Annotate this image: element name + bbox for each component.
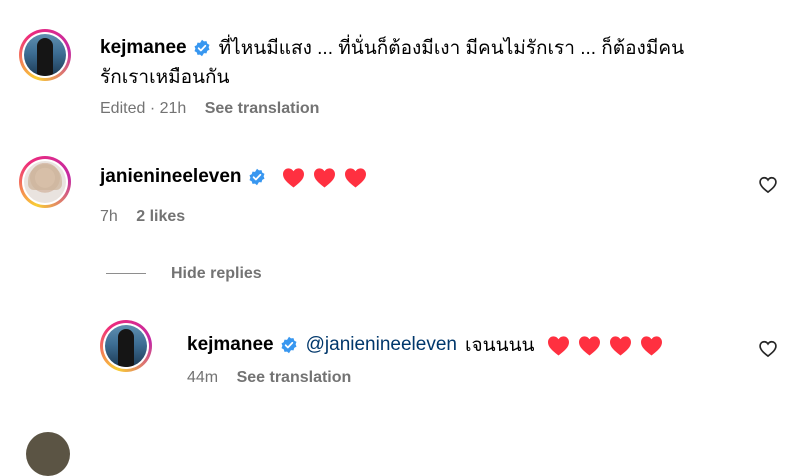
hide-replies-button[interactable]: Hide replies (171, 265, 262, 282)
verified-badge-icon (194, 39, 210, 57)
comment-timestamp: Edited · 21h (100, 100, 187, 117)
red-heart-icon (609, 335, 631, 356)
red-heart-icon (578, 335, 600, 356)
red-heart-icon (282, 167, 304, 188)
red-heart-icon (313, 167, 335, 188)
see-translation-link[interactable]: See translation (237, 369, 352, 386)
red-heart-icon (640, 335, 662, 356)
comment-text: ที่ไหนมีแสง ... ที่นั่นก็ต้องมีเงา มีคนไ… (218, 38, 685, 59)
avatar-janienineeleven[interactable] (19, 156, 71, 208)
mention-link[interactable]: @janienineeleven (306, 334, 457, 356)
avatar-kejmanee[interactable] (100, 320, 152, 372)
likes-count[interactable]: 2 likes (136, 208, 185, 225)
reply-timestamp: 44m (187, 369, 219, 386)
like-heart-outline-icon[interactable] (758, 339, 778, 359)
verified-badge-icon (249, 168, 265, 186)
comment-text-continued: รักเราเหมือนกัน (100, 67, 230, 88)
replies-divider (106, 273, 146, 274)
red-heart-icon (344, 167, 366, 188)
verified-badge-icon (281, 336, 297, 354)
comment-timestamp: 7h (100, 208, 118, 225)
like-heart-outline-icon[interactable] (758, 175, 778, 195)
see-translation-link[interactable]: See translation (205, 100, 320, 117)
username-kejmanee[interactable]: kejmanee (100, 37, 187, 59)
reply-text: เจนนนน (464, 335, 535, 356)
red-heart-icon (547, 335, 569, 356)
avatar-kejmanee[interactable] (19, 29, 71, 81)
username-janienineeleven[interactable]: janienineeleven (100, 166, 242, 188)
username-kejmanee[interactable]: kejmanee (187, 334, 274, 356)
avatar-next-comment[interactable] (26, 432, 70, 476)
